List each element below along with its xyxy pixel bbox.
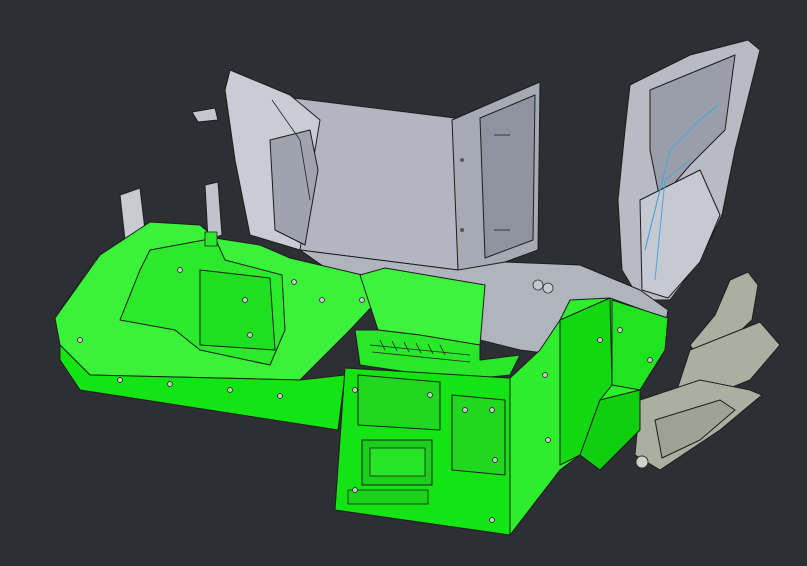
cad-model-view[interactable] bbox=[0, 0, 807, 566]
rear-curved-panel[interactable] bbox=[191, 69, 459, 271]
center-upright-panel[interactable] bbox=[451, 81, 541, 279]
right-wing-panel[interactable] bbox=[617, 39, 761, 301]
3d-viewport[interactable] bbox=[0, 0, 807, 566]
